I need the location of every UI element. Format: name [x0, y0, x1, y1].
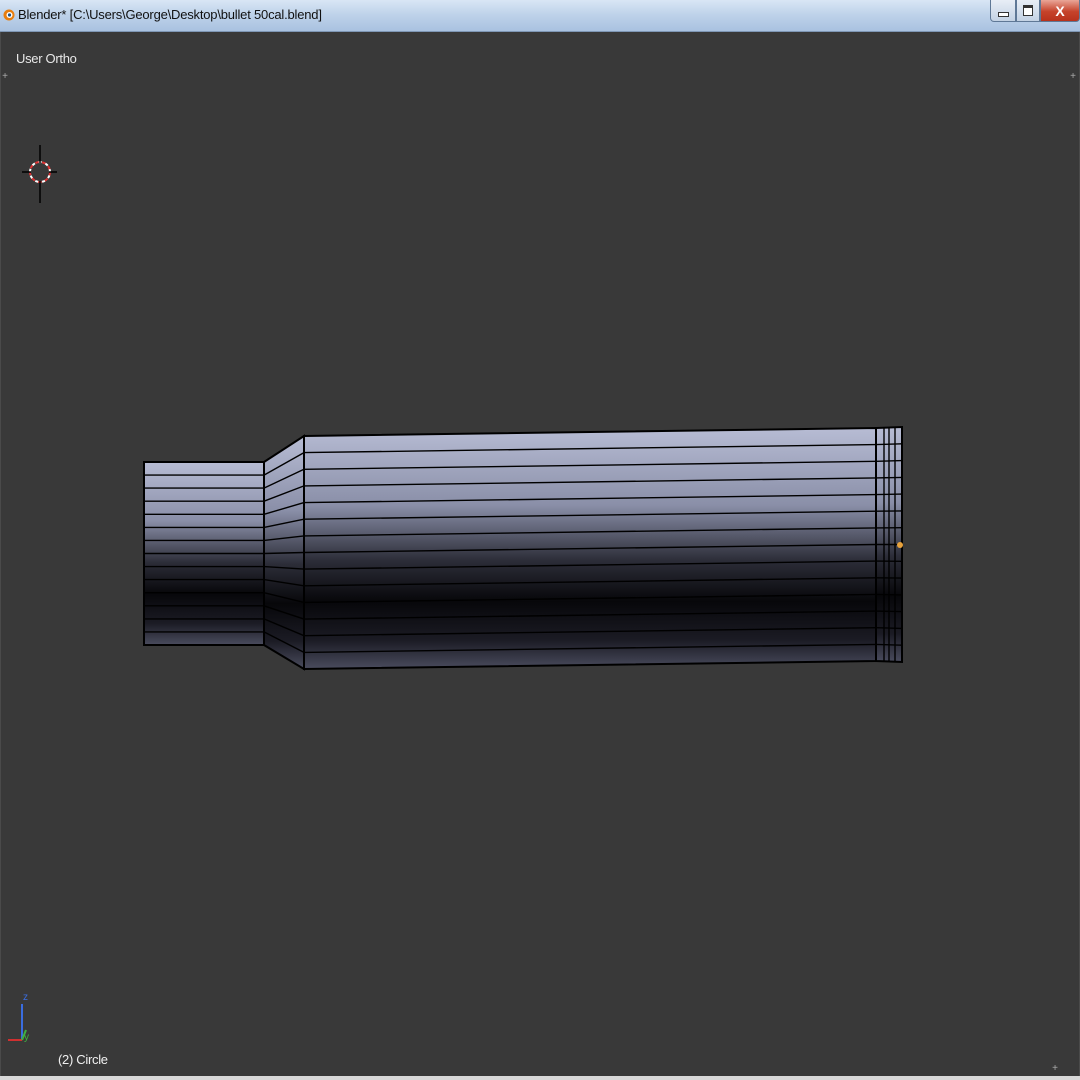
mesh-edge	[263, 551, 305, 555]
bullet-casing-mesh[interactable]	[143, 425, 903, 671]
object-origin-dot	[897, 542, 903, 548]
viewport-scene: z y	[8, 145, 903, 1043]
axis-gizmo-icon: z y	[8, 992, 29, 1043]
active-object-label: (2) Circle	[58, 1052, 108, 1067]
3d-cursor-icon[interactable]	[22, 145, 57, 203]
axis-y-label: y	[24, 1032, 29, 1043]
axis-z-label: z	[23, 992, 28, 1003]
window-bottom-edge	[0, 1076, 1080, 1080]
